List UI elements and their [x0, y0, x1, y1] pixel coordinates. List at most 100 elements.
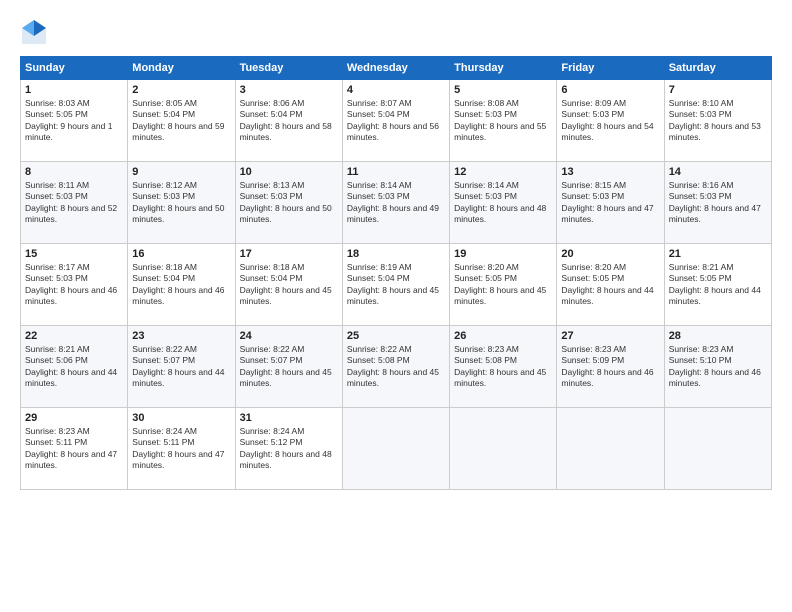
day-of-week-header: Tuesday [235, 57, 342, 80]
day-number: 22 [25, 330, 123, 342]
calendar-cell: 7 Sunrise: 8:10 AM Sunset: 5:03 PM Dayli… [664, 80, 771, 162]
day-number: 5 [454, 84, 552, 96]
calendar-cell: 11 Sunrise: 8:14 AM Sunset: 5:03 PM Dayl… [342, 162, 449, 244]
day-info: Sunrise: 8:03 AM Sunset: 5:05 PM Dayligh… [25, 98, 123, 144]
calendar-cell: 1 Sunrise: 8:03 AM Sunset: 5:05 PM Dayli… [21, 80, 128, 162]
day-of-week-header: Friday [557, 57, 664, 80]
day-info: Sunrise: 8:06 AM Sunset: 5:04 PM Dayligh… [240, 98, 338, 144]
day-number: 9 [132, 166, 230, 178]
calendar-cell: 28 Sunrise: 8:23 AM Sunset: 5:10 PM Dayl… [664, 326, 771, 408]
calendar-week-row: 15 Sunrise: 8:17 AM Sunset: 5:03 PM Dayl… [21, 244, 772, 326]
day-info: Sunrise: 8:22 AM Sunset: 5:07 PM Dayligh… [132, 344, 230, 390]
calendar-cell: 2 Sunrise: 8:05 AM Sunset: 5:04 PM Dayli… [128, 80, 235, 162]
calendar-cell [557, 408, 664, 490]
day-info: Sunrise: 8:16 AM Sunset: 5:03 PM Dayligh… [669, 180, 767, 226]
day-number: 12 [454, 166, 552, 178]
day-number: 10 [240, 166, 338, 178]
day-info: Sunrise: 8:24 AM Sunset: 5:12 PM Dayligh… [240, 426, 338, 472]
calendar-cell: 29 Sunrise: 8:23 AM Sunset: 5:11 PM Dayl… [21, 408, 128, 490]
day-number: 24 [240, 330, 338, 342]
calendar-week-row: 29 Sunrise: 8:23 AM Sunset: 5:11 PM Dayl… [21, 408, 772, 490]
calendar-cell: 3 Sunrise: 8:06 AM Sunset: 5:04 PM Dayli… [235, 80, 342, 162]
calendar-cell: 25 Sunrise: 8:22 AM Sunset: 5:08 PM Dayl… [342, 326, 449, 408]
calendar-cell [342, 408, 449, 490]
day-number: 4 [347, 84, 445, 96]
day-info: Sunrise: 8:23 AM Sunset: 5:08 PM Dayligh… [454, 344, 552, 390]
calendar-cell: 23 Sunrise: 8:22 AM Sunset: 5:07 PM Dayl… [128, 326, 235, 408]
day-info: Sunrise: 8:23 AM Sunset: 5:10 PM Dayligh… [669, 344, 767, 390]
header [20, 18, 772, 46]
day-info: Sunrise: 8:05 AM Sunset: 5:04 PM Dayligh… [132, 98, 230, 144]
day-info: Sunrise: 8:10 AM Sunset: 5:03 PM Dayligh… [669, 98, 767, 144]
day-number: 25 [347, 330, 445, 342]
day-number: 3 [240, 84, 338, 96]
day-number: 27 [561, 330, 659, 342]
calendar-cell: 19 Sunrise: 8:20 AM Sunset: 5:05 PM Dayl… [450, 244, 557, 326]
day-number: 1 [25, 84, 123, 96]
day-info: Sunrise: 8:14 AM Sunset: 5:03 PM Dayligh… [347, 180, 445, 226]
calendar-cell: 30 Sunrise: 8:24 AM Sunset: 5:11 PM Dayl… [128, 408, 235, 490]
day-info: Sunrise: 8:12 AM Sunset: 5:03 PM Dayligh… [132, 180, 230, 226]
calendar-cell: 10 Sunrise: 8:13 AM Sunset: 5:03 PM Dayl… [235, 162, 342, 244]
day-info: Sunrise: 8:23 AM Sunset: 5:09 PM Dayligh… [561, 344, 659, 390]
day-number: 7 [669, 84, 767, 96]
calendar-cell: 24 Sunrise: 8:22 AM Sunset: 5:07 PM Dayl… [235, 326, 342, 408]
day-info: Sunrise: 8:22 AM Sunset: 5:08 PM Dayligh… [347, 344, 445, 390]
calendar-cell: 8 Sunrise: 8:11 AM Sunset: 5:03 PM Dayli… [21, 162, 128, 244]
day-number: 19 [454, 248, 552, 260]
day-number: 31 [240, 412, 338, 424]
calendar-week-row: 1 Sunrise: 8:03 AM Sunset: 5:05 PM Dayli… [21, 80, 772, 162]
calendar-cell: 12 Sunrise: 8:14 AM Sunset: 5:03 PM Dayl… [450, 162, 557, 244]
calendar-cell: 21 Sunrise: 8:21 AM Sunset: 5:05 PM Dayl… [664, 244, 771, 326]
calendar-cell: 31 Sunrise: 8:24 AM Sunset: 5:12 PM Dayl… [235, 408, 342, 490]
day-info: Sunrise: 8:21 AM Sunset: 5:06 PM Dayligh… [25, 344, 123, 390]
day-number: 15 [25, 248, 123, 260]
calendar-cell: 13 Sunrise: 8:15 AM Sunset: 5:03 PM Dayl… [557, 162, 664, 244]
calendar-cell: 5 Sunrise: 8:08 AM Sunset: 5:03 PM Dayli… [450, 80, 557, 162]
day-number: 16 [132, 248, 230, 260]
calendar-cell: 18 Sunrise: 8:19 AM Sunset: 5:04 PM Dayl… [342, 244, 449, 326]
day-info: Sunrise: 8:09 AM Sunset: 5:03 PM Dayligh… [561, 98, 659, 144]
day-number: 21 [669, 248, 767, 260]
calendar-cell: 4 Sunrise: 8:07 AM Sunset: 5:04 PM Dayli… [342, 80, 449, 162]
day-info: Sunrise: 8:21 AM Sunset: 5:05 PM Dayligh… [669, 262, 767, 308]
day-info: Sunrise: 8:14 AM Sunset: 5:03 PM Dayligh… [454, 180, 552, 226]
day-number: 18 [347, 248, 445, 260]
day-info: Sunrise: 8:15 AM Sunset: 5:03 PM Dayligh… [561, 180, 659, 226]
day-info: Sunrise: 8:17 AM Sunset: 5:03 PM Dayligh… [25, 262, 123, 308]
calendar-cell: 26 Sunrise: 8:23 AM Sunset: 5:08 PM Dayl… [450, 326, 557, 408]
calendar-week-row: 8 Sunrise: 8:11 AM Sunset: 5:03 PM Dayli… [21, 162, 772, 244]
day-info: Sunrise: 8:07 AM Sunset: 5:04 PM Dayligh… [347, 98, 445, 144]
day-number: 20 [561, 248, 659, 260]
day-of-week-header: Wednesday [342, 57, 449, 80]
calendar-cell: 22 Sunrise: 8:21 AM Sunset: 5:06 PM Dayl… [21, 326, 128, 408]
calendar-cell [450, 408, 557, 490]
day-number: 14 [669, 166, 767, 178]
day-number: 30 [132, 412, 230, 424]
calendar-cell: 16 Sunrise: 8:18 AM Sunset: 5:04 PM Dayl… [128, 244, 235, 326]
day-number: 11 [347, 166, 445, 178]
day-number: 26 [454, 330, 552, 342]
day-info: Sunrise: 8:11 AM Sunset: 5:03 PM Dayligh… [25, 180, 123, 226]
calendar-cell: 20 Sunrise: 8:20 AM Sunset: 5:05 PM Dayl… [557, 244, 664, 326]
calendar-cell: 6 Sunrise: 8:09 AM Sunset: 5:03 PM Dayli… [557, 80, 664, 162]
day-number: 23 [132, 330, 230, 342]
day-info: Sunrise: 8:22 AM Sunset: 5:07 PM Dayligh… [240, 344, 338, 390]
day-number: 8 [25, 166, 123, 178]
logo-icon [20, 18, 48, 46]
day-info: Sunrise: 8:19 AM Sunset: 5:04 PM Dayligh… [347, 262, 445, 308]
calendar-cell [664, 408, 771, 490]
day-info: Sunrise: 8:24 AM Sunset: 5:11 PM Dayligh… [132, 426, 230, 472]
day-number: 13 [561, 166, 659, 178]
calendar-cell: 9 Sunrise: 8:12 AM Sunset: 5:03 PM Dayli… [128, 162, 235, 244]
calendar-header-row: SundayMondayTuesdayWednesdayThursdayFrid… [21, 57, 772, 80]
day-info: Sunrise: 8:13 AM Sunset: 5:03 PM Dayligh… [240, 180, 338, 226]
day-of-week-header: Monday [128, 57, 235, 80]
day-of-week-header: Sunday [21, 57, 128, 80]
calendar-cell: 17 Sunrise: 8:18 AM Sunset: 5:04 PM Dayl… [235, 244, 342, 326]
day-of-week-header: Saturday [664, 57, 771, 80]
calendar-cell: 27 Sunrise: 8:23 AM Sunset: 5:09 PM Dayl… [557, 326, 664, 408]
day-info: Sunrise: 8:20 AM Sunset: 5:05 PM Dayligh… [561, 262, 659, 308]
calendar-table: SundayMondayTuesdayWednesdayThursdayFrid… [20, 56, 772, 490]
calendar-cell: 15 Sunrise: 8:17 AM Sunset: 5:03 PM Dayl… [21, 244, 128, 326]
